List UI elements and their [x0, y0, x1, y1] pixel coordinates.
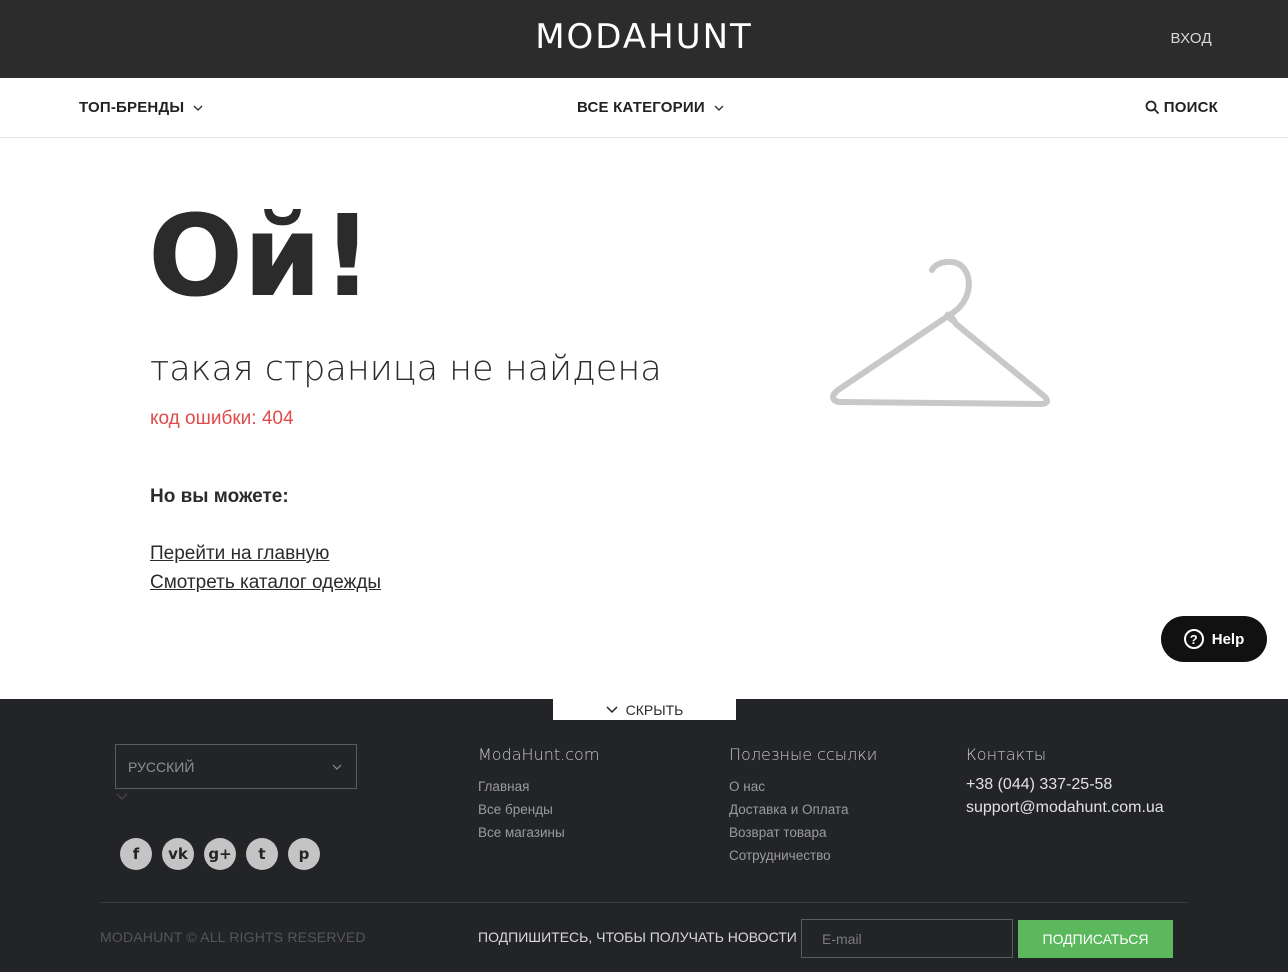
footer-contacts-title: Контакты	[966, 745, 1047, 764]
footer-col1-list: Главная Все бренды Все магазины	[478, 775, 565, 844]
footer-link-shops[interactable]: Все магазины	[478, 821, 565, 844]
chevron-down-icon	[606, 705, 618, 713]
top-header: MODAHUNT ВХОД	[0, 0, 1288, 78]
subscribe-email-input[interactable]	[801, 919, 1013, 958]
facebook-icon[interactable]: f	[120, 838, 152, 870]
nav-search-label: ПОИСК	[1163, 99, 1218, 116]
twitter-icon[interactable]: t	[246, 838, 278, 870]
chevron-down-icon	[193, 105, 203, 111]
footer-divider	[100, 902, 1188, 903]
copyright: MODAHUNT © ALL RIGHTS RESERVED	[100, 929, 366, 945]
contact-phone[interactable]: +38 (044) 337-25-58	[966, 776, 1112, 794]
subscribe-label: ПОДПИШИТЕСЬ, ЧТОБЫ ПОЛУЧАТЬ НОВОСТИ	[478, 929, 797, 945]
site-logo[interactable]: MODAHUNT	[0, 17, 1288, 57]
footer-col2-title: Полезные ссылки	[729, 745, 878, 764]
nav-all-categories[interactable]: ВСЕ КАТЕГОРИИ	[577, 99, 725, 116]
social-links: f vk g+ t p	[120, 838, 320, 870]
footer: СКРЫТЬ РУССКИЙ f vk g+ t p ModaHunt.com …	[0, 699, 1288, 972]
nav-top-brands[interactable]: ТОП-БРЕНДЫ	[79, 99, 204, 116]
nav-search[interactable]: ПОИСК	[1145, 99, 1218, 116]
vk-icon[interactable]: vk	[162, 838, 194, 870]
suggestions-label: Но вы можете:	[150, 486, 289, 507]
chevron-down-icon	[714, 105, 724, 111]
footer-link-returns[interactable]: Возврат товара	[729, 821, 848, 844]
footer-col2-list: О нас Доставка и Оплата Возврат товара С…	[729, 775, 848, 867]
hide-footer-button[interactable]: СКРЫТЬ	[553, 699, 736, 720]
language-select[interactable]: РУССКИЙ	[115, 744, 357, 789]
help-button[interactable]: ? Help	[1161, 616, 1267, 662]
hide-footer-label: СКРЫТЬ	[625, 701, 684, 718]
contact-email[interactable]: support@modahunt.com.ua	[966, 799, 1164, 817]
footer-link-about[interactable]: О нас	[729, 775, 848, 798]
nav-all-categories-label: ВСЕ КАТЕГОРИИ	[577, 99, 705, 116]
subscribe-button[interactable]: ПОДПИСАТЬСЯ	[1018, 920, 1173, 958]
footer-link-home[interactable]: Главная	[478, 775, 565, 798]
footer-link-delivery[interactable]: Доставка и Оплата	[729, 798, 848, 821]
main-nav: ТОП-БРЕНДЫ ВСЕ КАТЕГОРИИ ПОИСК	[0, 78, 1288, 138]
catalog-link[interactable]: Смотреть каталог одежды	[150, 572, 381, 594]
error-subtitle: такая страница не найдена	[150, 349, 662, 389]
pinterest-icon[interactable]: p	[288, 838, 320, 870]
question-icon: ?	[1183, 629, 1204, 649]
chevron-down-icon	[116, 793, 128, 800]
chevron-down-icon	[332, 764, 342, 770]
footer-link-brands[interactable]: Все бренды	[478, 798, 565, 821]
search-icon	[1145, 100, 1159, 115]
login-link[interactable]: ВХОД	[1170, 30, 1212, 47]
help-label: Help	[1211, 630, 1245, 648]
language-selected: РУССКИЙ	[128, 758, 195, 775]
google-plus-icon[interactable]: g+	[204, 838, 236, 870]
error-code: код ошибки: 404	[150, 408, 294, 429]
error-headline: Ой!	[148, 192, 373, 322]
hanger-icon	[830, 258, 1050, 407]
footer-link-partnership[interactable]: Сотрудничество	[729, 844, 848, 867]
nav-top-brands-label: ТОП-БРЕНДЫ	[79, 99, 185, 116]
go-home-link[interactable]: Перейти на главную	[150, 543, 329, 565]
footer-col1-title: ModaHunt.com	[478, 745, 600, 764]
